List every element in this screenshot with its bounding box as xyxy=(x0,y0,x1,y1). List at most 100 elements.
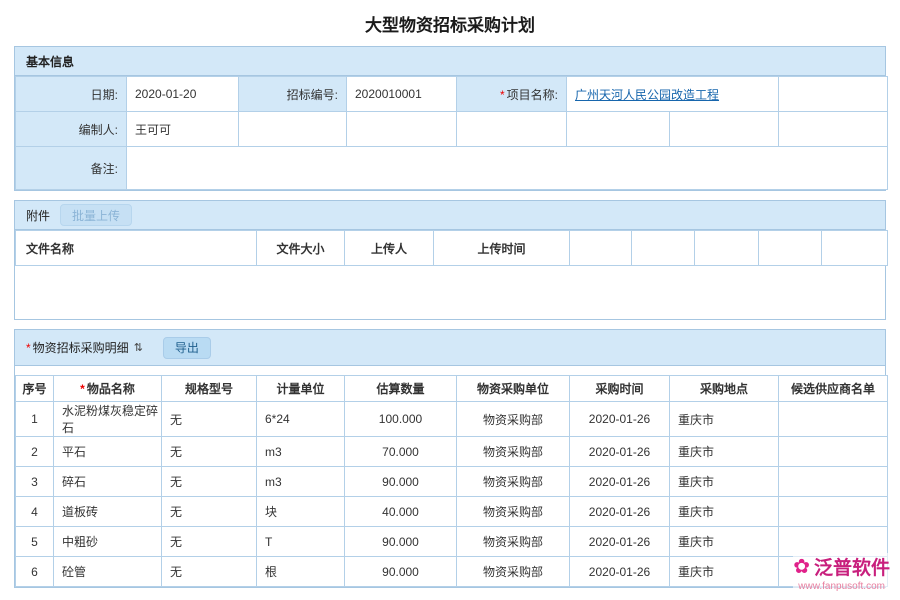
batch-upload-button[interactable]: 批量上传 xyxy=(60,204,132,226)
project-name-link[interactable]: 广州天河人民公园改造工程 xyxy=(575,88,719,102)
remark-value xyxy=(127,147,888,190)
details-title: *物资招标采购明细 xyxy=(26,339,129,356)
table-cell: 物资采购部 xyxy=(457,402,570,437)
date-value: 2020-01-20 xyxy=(127,77,239,112)
table-row: 5中粗砂无T90.000物资采购部2020-01-26重庆市 xyxy=(16,527,888,557)
attachments-title: 附件 xyxy=(26,207,50,224)
bid-number-label: 招标编号: xyxy=(239,77,347,112)
table-cell: 重庆市 xyxy=(670,437,779,467)
details-col-header: 候选供应商名单 xyxy=(779,376,888,402)
table-cell: 重庆市 xyxy=(670,527,779,557)
export-button[interactable]: 导出 xyxy=(163,337,211,359)
table-cell: T xyxy=(257,527,345,557)
table-row: 4道板砖无块40.000物资采购部2020-01-26重庆市 xyxy=(16,497,888,527)
table-cell: 无 xyxy=(162,497,257,527)
empty-cell xyxy=(670,112,779,147)
table-cell xyxy=(779,467,888,497)
vendor-brand: 泛普软件 xyxy=(814,553,890,580)
table-cell: m3 xyxy=(257,437,345,467)
table-cell: 水泥粉煤灰稳定碎石 xyxy=(54,402,162,437)
attachments-section: 附件 批量上传 文件名称文件大小上传人上传时间 xyxy=(14,200,886,320)
table-cell: 无 xyxy=(162,402,257,437)
attachments-header: 附件 批量上传 xyxy=(15,201,885,230)
remark-label: 备注: xyxy=(16,147,127,190)
table-cell: 2020-01-26 xyxy=(570,497,670,527)
details-header: *物资招标采购明细 ⇅ 导出 xyxy=(15,330,885,366)
table-cell: 2020-01-26 xyxy=(570,527,670,557)
table-row: 日期: 2020-01-20 招标编号: 2020010001 *项目名称: 广… xyxy=(16,77,888,112)
table-cell: 重庆市 xyxy=(670,467,779,497)
attachment-col-header xyxy=(570,231,632,266)
details-col-header: 采购时间 xyxy=(570,376,670,402)
attachment-col-header xyxy=(822,231,888,266)
project-name-cell: 广州天河人民公园改造工程 xyxy=(567,77,779,112)
table-row: 备注: xyxy=(16,147,888,190)
table-cell: 2020-01-26 xyxy=(570,557,670,587)
empty-cell xyxy=(779,77,888,112)
details-section: *物资招标采购明细 ⇅ 导出 序号*物品名称规格型号计量单位估算数量物资采购单位… xyxy=(14,329,886,588)
table-row: 编制人: 王可可 xyxy=(16,112,888,147)
table-cell: 重庆市 xyxy=(670,497,779,527)
details-col-header: 物资采购单位 xyxy=(457,376,570,402)
details-col-header: 序号 xyxy=(16,376,54,402)
table-cell: 物资采购部 xyxy=(457,437,570,467)
table-cell xyxy=(779,527,888,557)
basic-info-title: 基本信息 xyxy=(26,53,74,70)
table-cell: 物资采购部 xyxy=(457,467,570,497)
table-cell: 2020-01-26 xyxy=(570,467,670,497)
attachment-col-header: 上传人 xyxy=(345,231,434,266)
table-cell: 无 xyxy=(162,467,257,497)
table-cell: 碎石 xyxy=(54,467,162,497)
required-mark: * xyxy=(26,341,31,355)
table-cell: 无 xyxy=(162,527,257,557)
attachment-col-header: 文件大小 xyxy=(257,231,345,266)
empty-cell xyxy=(779,112,888,147)
table-cell: 平石 xyxy=(54,437,162,467)
table-cell: 90.000 xyxy=(345,557,457,587)
basic-info-section: 基本信息 日期: 2020-01-20 招标编号: 2020010001 *项目… xyxy=(14,46,886,191)
attachments-header-row: 文件名称文件大小上传人上传时间 xyxy=(16,231,888,266)
attachment-col-header: 上传时间 xyxy=(434,231,570,266)
empty-cell xyxy=(347,112,457,147)
attachment-col-header: 文件名称 xyxy=(16,231,257,266)
table-cell: 3 xyxy=(16,467,54,497)
details-col-header: 采购地点 xyxy=(670,376,779,402)
table-cell: 无 xyxy=(162,437,257,467)
details-col-header: 计量单位 xyxy=(257,376,345,402)
table-cell: 重庆市 xyxy=(670,557,779,587)
table-cell: 物资采购部 xyxy=(457,527,570,557)
bid-number-value: 2020010001 xyxy=(347,77,457,112)
date-label: 日期: xyxy=(16,77,127,112)
author-value: 王可可 xyxy=(127,112,239,147)
details-col-header: 估算数量 xyxy=(345,376,457,402)
table-cell: 重庆市 xyxy=(670,402,779,437)
table-cell: 1 xyxy=(16,402,54,437)
empty-cell xyxy=(567,112,670,147)
required-mark: * xyxy=(80,382,85,396)
required-mark: * xyxy=(500,88,505,102)
attachment-col-header xyxy=(632,231,695,266)
table-cell xyxy=(779,497,888,527)
empty-cell xyxy=(239,112,347,147)
table-cell: 中粗砂 xyxy=(54,527,162,557)
table-row: 6砼管无根90.000物资采购部2020-01-26重庆市 xyxy=(16,557,888,587)
basic-info-table: 日期: 2020-01-20 招标编号: 2020010001 *项目名称: 广… xyxy=(15,76,888,190)
table-cell: 砼管 xyxy=(54,557,162,587)
table-cell xyxy=(779,437,888,467)
table-cell: 物资采购部 xyxy=(457,497,570,527)
table-cell: 6*24 xyxy=(257,402,345,437)
details-table: 序号*物品名称规格型号计量单位估算数量物资采购单位采购时间采购地点候选供应商名单… xyxy=(15,375,888,587)
vendor-watermark: ✿ 泛普软件 www.fanpusoft.com xyxy=(793,553,890,592)
empty-cell xyxy=(457,112,567,147)
vendor-logo-icon: ✿ xyxy=(793,557,810,577)
table-cell: 块 xyxy=(257,497,345,527)
details-header-row: 序号*物品名称规格型号计量单位估算数量物资采购单位采购时间采购地点候选供应商名单 xyxy=(16,376,888,402)
table-cell: 90.000 xyxy=(345,527,457,557)
sort-icon[interactable]: ⇅ xyxy=(134,341,143,354)
details-tbody: 1水泥粉煤灰稳定碎石无6*24100.000物资采购部2020-01-26重庆市… xyxy=(16,402,888,587)
basic-info-header: 基本信息 xyxy=(15,47,885,76)
table-cell: 2020-01-26 xyxy=(570,402,670,437)
table-row: 2平石无m370.000物资采购部2020-01-26重庆市 xyxy=(16,437,888,467)
attachments-empty-body xyxy=(15,266,885,319)
table-cell: 90.000 xyxy=(345,467,457,497)
